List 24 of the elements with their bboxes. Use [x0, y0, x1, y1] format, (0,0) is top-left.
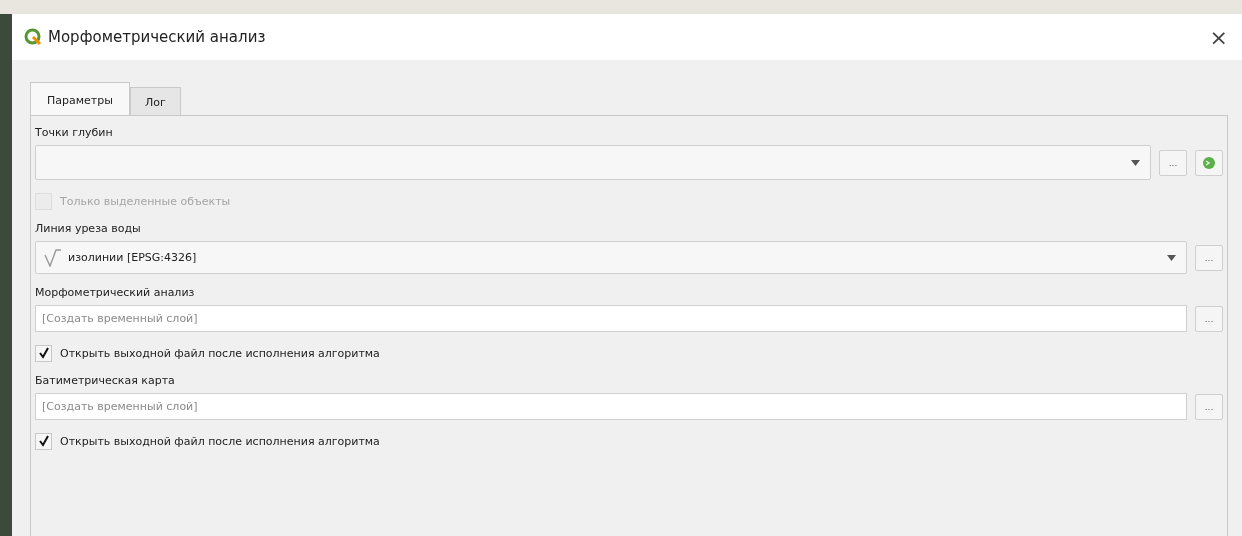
tab[interactable]: Параметры: [30, 82, 130, 116]
browse-button[interactable]: ...: [1195, 305, 1223, 332]
parameter-label: Батиметрическая карта: [35, 372, 176, 389]
browse-button[interactable]: ...: [1159, 149, 1187, 176]
layer-dropdown[interactable]: изолинии [EPSG:4326]: [35, 241, 1187, 274]
window-title: Морфометрический анализ: [48, 28, 267, 46]
iterate-icon: [1202, 155, 1216, 170]
browse-button[interactable]: ...: [1195, 393, 1223, 420]
close-button[interactable]: ×: [1203, 24, 1234, 50]
browse-button[interactable]: ...: [1195, 244, 1223, 271]
app-logo-icon: [24, 28, 42, 46]
checkbox[interactable]: [35, 432, 52, 450]
output-field[interactable]: [Создать временный слой]: [35, 393, 1187, 420]
parameter-label: Морфометрический анализ: [35, 284, 196, 301]
dropdown-value: изолинии [EPSG:4326]: [68, 251, 198, 264]
parameter-label: Линия уреза воды: [35, 220, 142, 237]
checkbox-label: Только выделенные объекты: [60, 194, 231, 208]
checkbox-label: Открыть выходной файл после исполнения алгоритма: [60, 434, 380, 448]
dropdown-arrow-icon[interactable]: [1131, 159, 1140, 166]
checkbox-label: Открыть выходной файл после исполнения алгоритма: [60, 346, 380, 360]
dropdown-arrow-icon[interactable]: [1167, 254, 1176, 261]
parameter-label: Точки глубин: [35, 124, 114, 141]
output-field[interactable]: [Создать временный слой]: [35, 305, 1187, 332]
checkbox[interactable]: [35, 344, 52, 362]
